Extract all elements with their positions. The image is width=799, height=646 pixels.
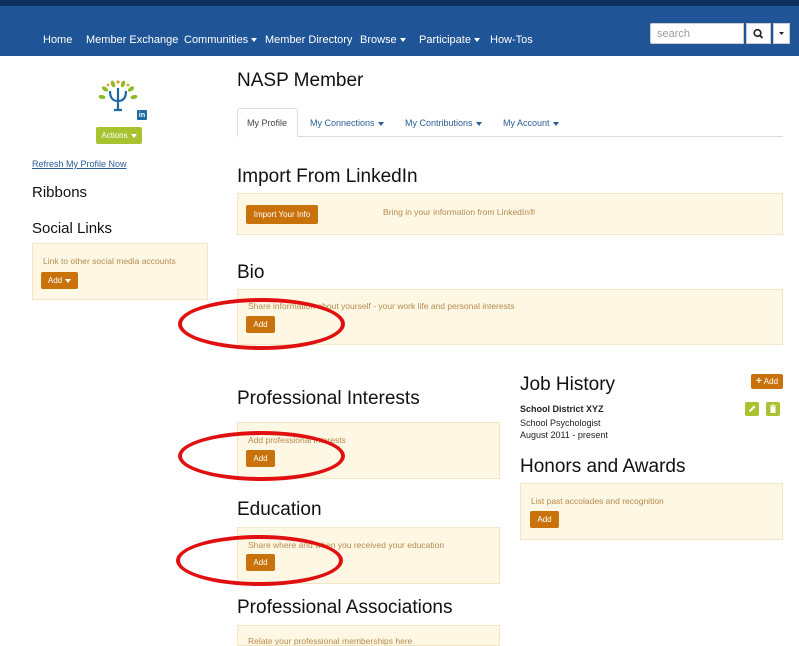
nav-communities[interactable]: Communities xyxy=(184,34,258,46)
professional-associations-text: Relate your professional memberships her… xyxy=(248,636,413,646)
search-button[interactable] xyxy=(746,23,771,44)
tab-my-profile[interactable]: My Profile xyxy=(247,118,287,128)
education-add-button[interactable]: Add xyxy=(246,554,275,571)
chevron-down-icon xyxy=(130,133,137,138)
honors-awards-text: List past accolades and recognition xyxy=(531,496,664,506)
job-role: School Psychologist xyxy=(520,418,601,428)
trash-icon xyxy=(770,404,776,413)
professional-interests-heading: Professional Interests xyxy=(237,388,420,409)
chevron-down-icon xyxy=(473,38,480,43)
tabs-divider xyxy=(237,136,783,137)
social-links-text: Link to other social media accounts xyxy=(43,256,176,266)
chevron-down-icon xyxy=(65,278,72,283)
import-heading: Import From LinkedIn xyxy=(237,166,418,187)
edit-job-button[interactable] xyxy=(745,402,759,416)
psi-logo-icon xyxy=(98,80,138,112)
nav-participate[interactable]: Participate xyxy=(419,34,480,46)
ribbons-heading: Ribbons xyxy=(32,184,88,201)
pencil-icon xyxy=(749,405,756,412)
nav-member-directory[interactable]: Member Directory xyxy=(265,34,352,46)
search-options-button[interactable] xyxy=(773,23,790,44)
tab-my-account[interactable]: My Account xyxy=(503,118,559,128)
import-text: Bring in your information from LinkedIn® xyxy=(383,207,536,217)
social-links-heading: Social Links xyxy=(32,220,113,237)
chevron-down-icon xyxy=(377,121,384,126)
honors-awards-add-button[interactable]: Add xyxy=(530,511,559,528)
plus-icon: + xyxy=(755,376,762,387)
education-heading: Education xyxy=(237,499,322,520)
nav-home[interactable]: Home xyxy=(43,34,72,46)
education-text: Share where and when you received your e… xyxy=(248,540,445,550)
chevron-down-icon xyxy=(475,121,482,126)
search-input[interactable] xyxy=(650,23,744,44)
education-panel: Share where and when you received your e… xyxy=(237,527,500,584)
professional-associations-heading: Professional Associations xyxy=(237,597,453,618)
job-history-heading: Job History xyxy=(520,374,616,395)
professional-interests-text: Add professional interests xyxy=(248,435,346,445)
tab-my-connections[interactable]: My Connections xyxy=(310,118,384,128)
linkedin-icon[interactable]: in xyxy=(137,110,147,120)
honors-awards-heading: Honors and Awards xyxy=(520,456,686,477)
nav-how-tos[interactable]: How-Tos xyxy=(490,34,533,46)
bio-panel: Share information about yourself - your … xyxy=(237,289,783,345)
refresh-profile-link[interactable]: Refresh My Profile Now xyxy=(32,159,127,169)
nav-member-exchange[interactable]: Member Exchange xyxy=(86,34,178,46)
import-panel: Bring in your information from LinkedIn® xyxy=(237,193,783,235)
bio-add-button[interactable]: Add xyxy=(246,316,275,333)
chevron-down-icon xyxy=(779,32,784,35)
import-your-info-button[interactable]: Import Your Info xyxy=(246,205,318,224)
bio-heading: Bio xyxy=(237,262,265,283)
actions-button[interactable]: Actions xyxy=(96,127,142,144)
chevron-down-icon xyxy=(552,121,559,126)
professional-interests-panel: Add professional interests xyxy=(237,422,500,479)
tab-my-contributions[interactable]: My Contributions xyxy=(405,118,482,128)
chevron-down-icon xyxy=(251,38,258,43)
delete-job-button[interactable] xyxy=(766,402,780,416)
search-icon xyxy=(753,28,764,39)
bio-text: Share information about yourself - your … xyxy=(248,301,515,311)
organization-logo xyxy=(93,78,143,118)
social-add-button[interactable]: Add xyxy=(41,272,78,289)
page-title: NASP Member xyxy=(237,70,364,91)
honors-awards-panel: List past accolades and recognition xyxy=(520,483,783,540)
job-history-add-button[interactable]: + Add xyxy=(751,374,783,389)
professional-interests-add-button[interactable]: Add xyxy=(246,450,275,467)
job-dates: August 2011 - present xyxy=(520,430,608,440)
chevron-down-icon xyxy=(399,38,406,43)
professional-associations-panel: Relate your professional memberships her… xyxy=(237,625,500,646)
job-employer: School District XYZ xyxy=(520,404,604,414)
nav-browse[interactable]: Browse xyxy=(360,34,406,46)
